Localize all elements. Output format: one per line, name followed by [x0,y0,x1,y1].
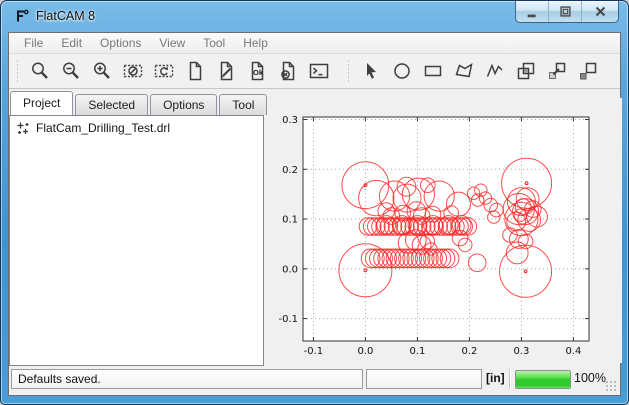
maximize-icon [558,4,573,19]
x-tick-label: 0.4 [565,346,581,357]
menu-view[interactable]: View [150,34,194,52]
client-area: FileEditOptionsViewToolHelp Ok ProjectSe… [8,32,621,396]
x-tick-label: 0.1 [409,346,425,357]
progress-percent: 100% [574,371,606,385]
x-tick-label: 0.0 [357,346,373,357]
x-tick-label: 0.3 [513,346,529,357]
copy-button[interactable] [541,56,572,86]
clear-plot-icon [122,60,144,82]
toolbar-gripper[interactable] [16,59,19,83]
clear-plot-button[interactable] [117,56,148,86]
x-tick-label: -0.1 [304,346,324,357]
y-tick-label: 0.3 [282,115,298,126]
progress-fill [516,371,570,388]
cancel-file-icon [277,60,299,82]
menu-edit[interactable]: Edit [52,34,91,52]
status-message-box: Defaults saved. [11,369,363,389]
tree-item-label: FlatCam_Drilling_Test.drl [36,121,170,135]
union-icon [515,60,537,82]
toolbar: Ok [9,54,620,89]
replot-icon [153,60,175,82]
ok-file-icon: Ok [246,60,268,82]
draw-polygon-icon [453,60,475,82]
cancel-file-button[interactable] [272,56,303,86]
svg-text:Ok: Ok [253,68,264,77]
close-button[interactable] [582,1,618,22]
draw-rectangle-icon [422,60,444,82]
zoom-out-button[interactable] [55,56,86,86]
draw-path-button[interactable] [479,56,510,86]
menu-file[interactable]: File [15,34,52,52]
drill-marks-icon [16,121,30,135]
ok-file-button[interactable]: Ok [241,56,272,86]
y-tick-label: -0.1 [278,314,298,325]
axes-background [303,117,589,341]
open-file-button[interactable] [210,56,241,86]
open-file-icon [215,60,237,82]
zoom-fit-button[interactable] [24,56,55,86]
menu-tool[interactable]: Tool [194,34,234,52]
tab-options[interactable]: Options [150,94,217,115]
close-icon [593,4,608,19]
plot-panel[interactable]: -0.1 0.0 0.1 0.2 0.3 0.4 -0.1 0.0 0.1 0.2 0.3 [268,98,622,363]
progress-bar [515,370,571,389]
zoom-in-icon [91,60,113,82]
copy-icon [546,60,568,82]
draw-polygon-button[interactable] [448,56,479,86]
replot-button[interactable] [148,56,179,86]
draw-circle-button[interactable] [386,56,417,86]
app-window: FlatCAM 8 FileEditOptionsViewToolHelp Ok… [0,0,629,405]
window-title: FlatCAM 8 [36,9,95,23]
new-file-icon [184,60,206,82]
title-bar[interactable]: FlatCAM 8 [1,1,628,32]
zoom-in-button[interactable] [86,56,117,86]
tab-bar: ProjectSelectedOptionsTool [10,92,269,115]
shell-icon [308,60,330,82]
minimize-icon [525,4,540,19]
new-file-button[interactable] [179,56,210,86]
zoom-out-icon [60,60,82,82]
tab-project[interactable]: Project [10,91,73,115]
menu-help[interactable]: Help [234,34,277,52]
tab-selected[interactable]: Selected [75,94,148,115]
status-message: Defaults saved. [18,372,101,386]
move-icon [577,60,599,82]
project-tree-panel[interactable]: FlatCam_Drilling_Test.drl [9,115,264,366]
x-tick-label: 0.2 [461,346,477,357]
menu-bar: FileEditOptionsViewToolHelp [9,33,620,54]
y-tick-label: 0.0 [282,264,298,275]
status-bar: Defaults saved. [in] 100% [9,365,620,395]
status-secondary-box [366,369,482,389]
status-separator [509,369,510,389]
tab-tool[interactable]: Tool [219,94,267,115]
units-toggle[interactable]: [in] [486,371,505,385]
resize-grip[interactable] [605,380,617,392]
zoom-fit-icon [29,60,51,82]
select-icon [360,60,382,82]
draw-rectangle-button[interactable] [417,56,448,86]
shell-button[interactable] [303,56,334,86]
tree-item[interactable]: FlatCam_Drilling_Test.drl [10,116,263,137]
y-tick-label: 0.2 [282,165,298,176]
plot-canvas[interactable]: -0.1 0.0 0.1 0.2 0.3 0.4 -0.1 0.0 0.1 0.2 0.3 [268,98,622,363]
draw-path-icon [484,60,506,82]
flatcam-logo-icon [14,8,30,24]
caption-button-group [515,1,619,23]
maximize-button[interactable] [549,1,582,22]
menu-options[interactable]: Options [91,34,150,52]
move-button[interactable] [572,56,603,86]
toolbar-gripper[interactable] [347,59,350,83]
union-button[interactable] [510,56,541,86]
minimize-button[interactable] [516,1,549,22]
y-tick-label: 0.1 [282,215,298,226]
draw-circle-icon [391,60,413,82]
select-button[interactable] [355,56,386,86]
